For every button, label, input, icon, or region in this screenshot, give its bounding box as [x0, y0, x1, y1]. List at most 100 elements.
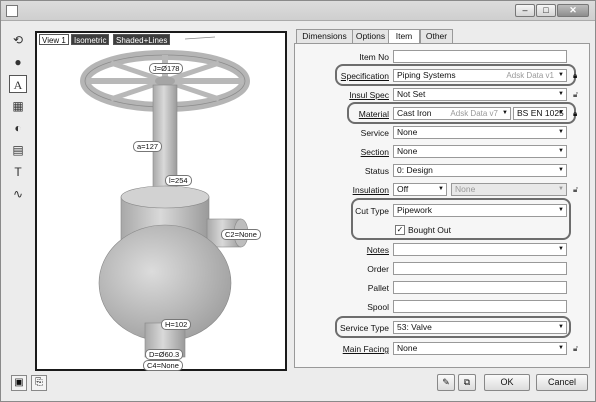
cut-type-select[interactable]: Pipework ▼ — [393, 204, 567, 217]
unlock-icon[interactable]: 🔓︎ — [573, 344, 581, 353]
chevron-down-icon: ▼ — [558, 167, 564, 173]
dim-c4-label[interactable]: C4=None — [143, 360, 183, 371]
insul-spec-select[interactable]: Not Set ▼ — [393, 88, 567, 101]
paint-icon[interactable]: T — [9, 163, 27, 181]
chevron-down-icon: ▼ — [558, 207, 564, 213]
bought-out-label: Bought Out — [408, 225, 452, 235]
chevron-down-icon: ▼ — [558, 91, 564, 97]
tab-options[interactable]: Options — [352, 29, 389, 43]
valve-model — [80, 36, 250, 367]
order-field[interactable] — [393, 262, 567, 275]
dim-handwheel-label[interactable]: J=Ø178 — [149, 63, 184, 74]
status-select[interactable]: 0: Design ▼ — [393, 164, 567, 177]
chevron-down-icon: ▼ — [558, 246, 564, 252]
chevron-down-icon: ▼ — [558, 324, 564, 330]
ok-button[interactable]: OK — [484, 374, 530, 391]
specification-label[interactable]: Specification — [341, 71, 389, 82]
insul-spec-label[interactable]: Insul Spec — [349, 90, 389, 101]
unlock-icon[interactable]: 🔓︎ — [573, 185, 581, 194]
table-icon[interactable]: ▤ — [9, 141, 27, 159]
status-label: Status — [364, 166, 389, 176]
material-standard-select[interactable]: BS EN 1025 ▼ — [513, 107, 567, 120]
material-hint: Adsk Data v7 — [450, 109, 498, 118]
specification-value: Piping Systems — [397, 70, 456, 80]
material-standard-value: BS EN 1025 — [517, 108, 564, 118]
insulation-type-select: None ▼ — [451, 183, 567, 196]
material-select[interactable]: Cast Iron Adsk Data v7 ▼ — [393, 107, 511, 120]
export-icon[interactable]: ⎘ — [31, 375, 47, 391]
insulation-select[interactable]: Off ▼ — [393, 183, 447, 196]
item-no-label: Item No — [359, 52, 389, 62]
section-label[interactable]: Section — [361, 147, 389, 158]
section-value: None — [397, 146, 418, 156]
rotate-icon[interactable]: ⟲ — [9, 31, 27, 49]
service-value: None — [397, 127, 418, 137]
specification-hint: Adsk Data v1 — [506, 71, 554, 80]
fitting-icon[interactable]: ◐ — [9, 119, 27, 137]
lock-icon[interactable]: 🔒︎ — [573, 109, 581, 118]
specification-select[interactable]: Piping Systems Adsk Data v1 ▼ — [393, 69, 567, 82]
insul-spec-value: Not Set — [397, 89, 426, 99]
cancel-button[interactable]: Cancel — [536, 374, 588, 391]
insulation-type-value: None — [455, 184, 476, 194]
spool-label: Spool — [367, 302, 389, 312]
spool-field[interactable] — [393, 300, 567, 313]
tab-item[interactable]: Item — [388, 29, 420, 44]
cut-type-label: Cut Type — [355, 206, 389, 216]
status-value: 0: Design — [397, 165, 433, 175]
notes-label[interactable]: Notes — [367, 245, 389, 256]
sphere-icon[interactable]: ● — [9, 53, 27, 71]
section-select[interactable]: None ▼ — [393, 145, 567, 158]
dim-a-label[interactable]: a=127 — [133, 141, 163, 152]
pallet-field[interactable] — [393, 281, 567, 294]
dim-c2-label[interactable]: C2=None — [221, 229, 261, 240]
item-no-field[interactable] — [393, 50, 567, 63]
material-value: Cast Iron — [397, 108, 432, 118]
unlock-icon[interactable]: 🔓︎ — [573, 90, 581, 99]
title-bar: – □ ✕ — [1, 1, 595, 21]
service-type-label: Service Type — [340, 323, 389, 333]
main-facing-value: None — [397, 343, 418, 353]
insulation-value: Off — [397, 184, 409, 194]
notes-select[interactable]: ▼ — [393, 243, 567, 256]
service-type-select[interactable]: 53: Valve ▼ — [393, 321, 567, 334]
material-label[interactable]: Material — [359, 109, 389, 120]
snapshot-icon[interactable]: ▣ — [11, 375, 27, 391]
chevron-down-icon: ▼ — [558, 129, 564, 135]
app-icon — [6, 5, 18, 17]
chevron-down-icon: ▼ — [558, 148, 564, 154]
properties-icon[interactable]: ▦ — [9, 97, 27, 115]
chevron-down-icon: ▼ — [438, 186, 444, 192]
tab-other[interactable]: Other — [420, 29, 453, 43]
tab-dimensions[interactable]: Dimensions — [296, 29, 353, 43]
chevron-down-icon: ▼ — [558, 186, 564, 192]
service-label: Service — [360, 128, 389, 138]
dim-d-label[interactable]: D=Ø60.3 — [145, 349, 184, 360]
pallet-label: Pallet — [367, 283, 389, 293]
curve-icon[interactable]: ∿ — [9, 185, 27, 203]
minimize-button[interactable]: – — [515, 4, 535, 17]
item-properties-panel: Item No Specification Piping Systems Ads… — [294, 43, 590, 368]
pencil-icon[interactable]: ✎ — [437, 374, 455, 391]
model-viewport[interactable]: View 1 Isometric Shaded+Lines J=Ø178 a=1… — [35, 31, 287, 371]
insulation-label[interactable]: Insulation — [353, 185, 389, 196]
lock-icon[interactable]: 🔒︎ — [573, 71, 581, 80]
dim-h-label[interactable]: H=102 — [161, 319, 192, 330]
order-label: Order — [367, 264, 389, 274]
cut-type-value: Pipework — [397, 205, 432, 215]
dim-l-label[interactable]: l=254 — [165, 175, 192, 186]
chevron-down-icon: ▼ — [558, 110, 564, 116]
dialog-window: – □ ✕ ⟲ ● A ▦ ◐ ▤ T ∿ View 1 Isometric S… — [0, 0, 596, 402]
chevron-down-icon: ▼ — [558, 345, 564, 351]
text-icon[interactable]: A — [9, 75, 27, 93]
maximize-button[interactable]: □ — [536, 4, 556, 17]
main-facing-label[interactable]: Main Facing — [343, 344, 389, 355]
close-button[interactable]: ✕ — [557, 4, 589, 17]
main-facing-select[interactable]: None ▼ — [393, 342, 567, 355]
service-type-value: 53: Valve — [397, 322, 432, 332]
bought-out-checkbox[interactable]: ✓ — [395, 225, 405, 235]
chevron-down-icon: ▼ — [502, 110, 508, 116]
chevron-down-icon: ▼ — [558, 72, 564, 78]
link-icon[interactable]: ⧉ — [458, 374, 476, 391]
service-select[interactable]: None ▼ — [393, 126, 567, 139]
